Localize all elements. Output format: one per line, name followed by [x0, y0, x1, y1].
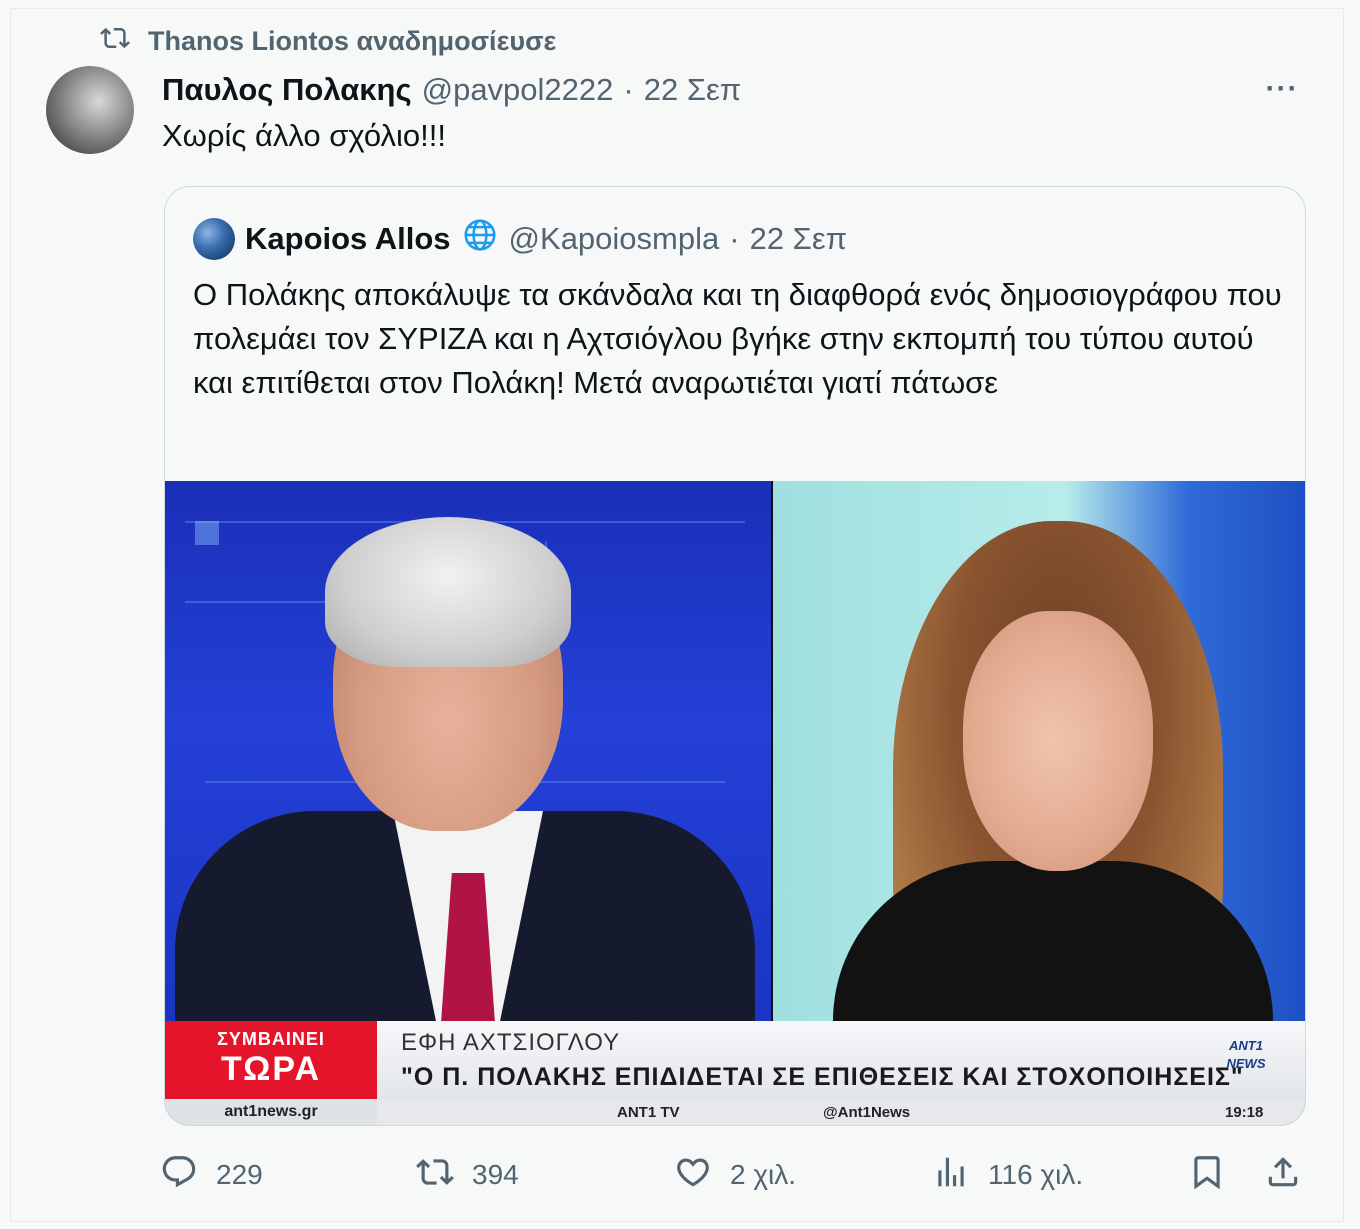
quoted-tweet-date: 22 Σεπ	[749, 221, 848, 256]
presenter-hair	[325, 517, 571, 667]
action-bar: 229 394 2 χιλ. 116 χιλ.	[160, 1150, 1310, 1200]
quoted-tweet-header: Kapoios Allos @Kapoiosmpla · 22 Σεπ	[193, 217, 847, 261]
views-icon	[932, 1153, 970, 1198]
share-icon	[1264, 1153, 1302, 1198]
ticker-badge: ΣΥΜΒΑΙΝΕΙ ΤΩΡΑ	[165, 1021, 377, 1099]
like-count: 2 χιλ.	[730, 1159, 797, 1190]
repost-action-icon	[416, 1153, 454, 1198]
quoted-author-avatar	[193, 218, 235, 260]
ticker-footer-time: 19:18	[1225, 1104, 1264, 1121]
tweet-text: Χωρίς άλλο σχόλιο!!!	[162, 118, 446, 153]
quoted-media-image[interactable]: ΣΥΜΒΑΙΝΕΙ ΤΩΡΑ ant1news.gr ΕΦΗ ΑΧΤΣΙΟΓΛΟ…	[165, 481, 1305, 1125]
media-right-panel	[773, 481, 1305, 1021]
reply-count: 229	[216, 1159, 263, 1190]
ticker-footer: ANT1 TV @Ant1News 19:18	[377, 1099, 1305, 1125]
quoted-tweet[interactable]: Kapoios Allos @Kapoiosmpla · 22 Σεπ Ο Πο…	[164, 186, 1306, 1126]
reply-icon	[160, 1153, 198, 1198]
tweet-header: Παυλος Πολακης @pavpol2222 · 22 Σεπ	[162, 68, 1300, 112]
repost-label[interactable]: Thanos Liontos αναδημοσίευσε	[148, 26, 556, 57]
ticker-logo: ANT1 NEWS	[1226, 1038, 1266, 1071]
guest-face	[963, 611, 1153, 871]
bookmark-button[interactable]	[1188, 1150, 1226, 1200]
share-button[interactable]	[1264, 1150, 1302, 1200]
repost-indicator: Thanos Liontos αναδημοσίευσε	[100, 24, 556, 58]
repost-button[interactable]: 394	[416, 1150, 519, 1200]
quoted-tweet-text: Ο Πολάκης αποκάλυψε τα σκάνδαλα και τη δ…	[193, 277, 1282, 400]
author-name[interactable]: Παυλος Πολακης	[162, 72, 412, 108]
quoted-header-separator: ·	[729, 221, 740, 256]
news-ticker: ΣΥΜΒΑΙΝΕΙ ΤΩΡΑ ant1news.gr ΕΦΗ ΑΧΤΣΙΟΓΛΟ…	[165, 1021, 1305, 1125]
repost-user[interactable]: Thanos Liontos	[148, 26, 349, 56]
heart-icon	[674, 1153, 712, 1198]
ticker-name: ΕΦΗ ΑΧΤΣΙΟΓΛΟΥ	[401, 1029, 621, 1056]
author-avatar[interactable]	[46, 66, 134, 154]
repost-icon	[100, 23, 130, 60]
reply-button[interactable]: 229	[160, 1150, 263, 1200]
globe-icon	[461, 216, 499, 262]
repost-count: 394	[472, 1159, 519, 1190]
repost-action: αναδημοσίευσε	[356, 25, 557, 56]
quoted-author-name: Kapoios Allos	[245, 221, 451, 256]
quoted-author-handle: @Kapoiosmpla	[508, 221, 720, 256]
tweet-date[interactable]: 22 Σεπ	[644, 72, 741, 108]
bookmark-icon	[1188, 1153, 1226, 1198]
ticker-footer-ig: @Ant1News	[823, 1104, 911, 1121]
ticker-big: ΤΩΡΑ	[220, 1050, 322, 1088]
like-button[interactable]: 2 χιλ.	[674, 1150, 796, 1200]
header-separator: ·	[623, 72, 634, 107]
views-count: 116 χιλ.	[988, 1159, 1084, 1190]
ticker-url: ant1news.gr	[165, 1099, 377, 1125]
media-left-panel	[165, 481, 771, 1021]
ticker-quote: "Ο Π. ΠΟΛΑΚΗΣ ΕΠΙΔΙΔΕΤΑΙ ΣΕ ΕΠΙΘΕΣΕΙΣ ΚΑ…	[401, 1063, 1244, 1091]
ticker-footer-tv: ANT1 TV	[617, 1104, 680, 1121]
ticker-small: ΣΥΜΒΑΙΝΕΙ	[217, 1029, 325, 1049]
views-button[interactable]: 116 χιλ.	[932, 1150, 1083, 1200]
more-options-icon[interactable]: ···	[1262, 72, 1302, 106]
ticker-body: ΕΦΗ ΑΧΤΣΙΟΓΛΟΥ "Ο Π. ΠΟΛΑΚΗΣ ΕΠΙΔΙΔΕΤΑΙ …	[377, 1021, 1305, 1099]
author-handle[interactable]: @pavpol2222	[422, 72, 614, 108]
